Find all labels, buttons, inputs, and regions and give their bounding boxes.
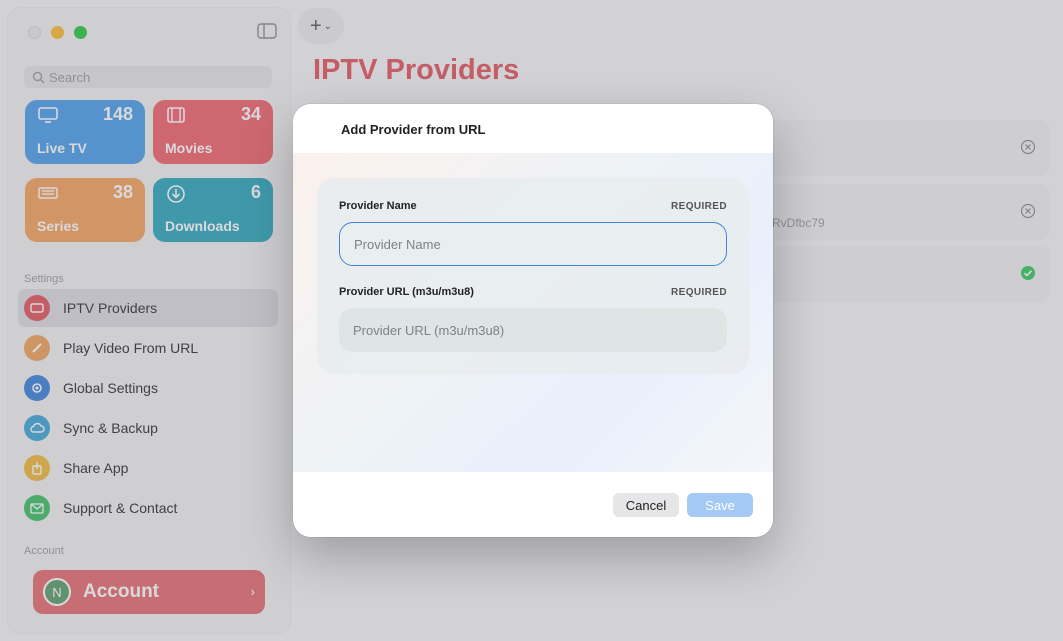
cancel-button[interactable]: Cancel	[613, 493, 679, 517]
provider-name-input[interactable]	[339, 222, 727, 266]
provider-url-input[interactable]	[339, 308, 727, 352]
save-button[interactable]: Save	[687, 493, 753, 517]
app-window: Search 148 Live TV 34 Movies 38 Series 6…	[0, 0, 1063, 641]
required-badge: REQUIRED	[671, 201, 727, 212]
dialog-body: Provider Name REQUIRED Provider URL (m3u…	[293, 153, 773, 473]
dialog-header: Add Provider from URL	[293, 104, 773, 154]
dialog-title: Add Provider from URL	[341, 122, 486, 137]
add-provider-dialog: Add Provider from URL Provider Name REQU…	[293, 104, 773, 537]
required-badge: REQUIRED	[671, 287, 727, 298]
provider-url-label: Provider URL (m3u/m3u8)	[339, 286, 474, 298]
form-card: Provider Name REQUIRED Provider URL (m3u…	[317, 178, 749, 374]
provider-name-label: Provider Name	[339, 200, 417, 212]
dialog-footer: Cancel Save	[293, 472, 773, 537]
